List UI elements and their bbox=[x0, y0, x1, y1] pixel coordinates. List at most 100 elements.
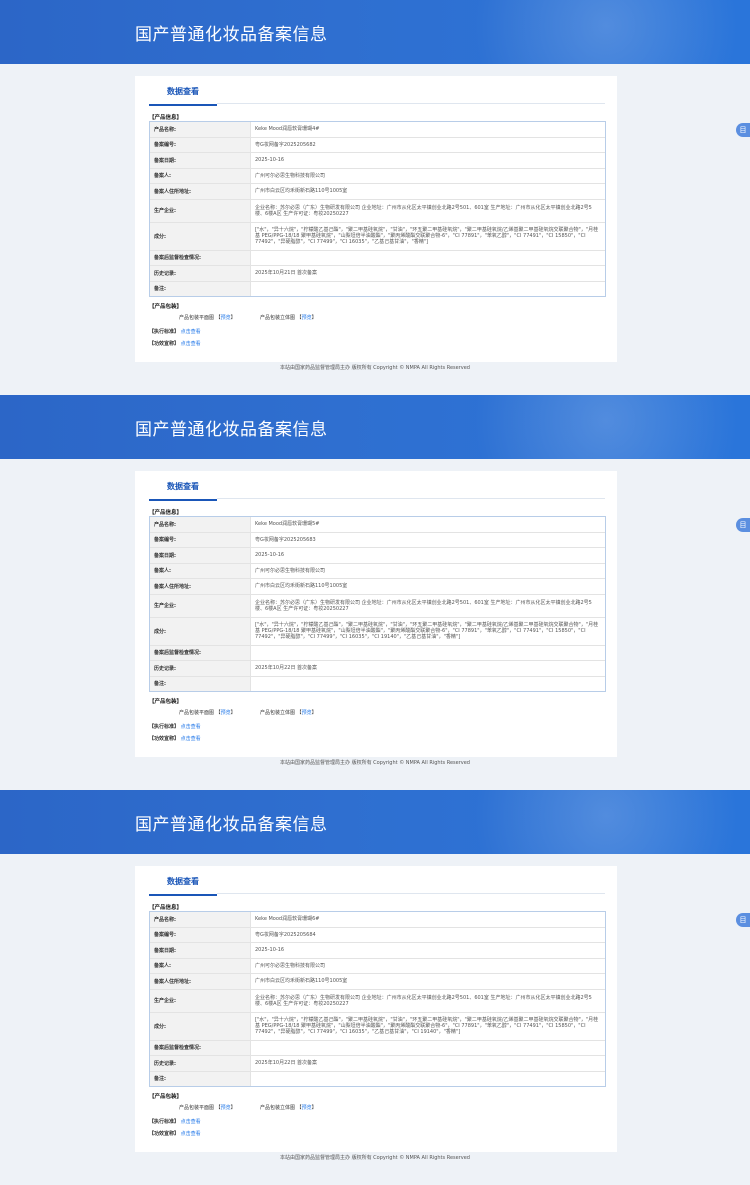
label-date: 备案日期: bbox=[150, 153, 250, 169]
value-producer: 企业名称：苏尔必思（广东）生物研发有限公司 企业地址：广州市从化区太平镇创业北路… bbox=[250, 199, 605, 223]
header-banner: 国产普通化妆品备案信息 bbox=[0, 0, 750, 64]
standard-view-link[interactable]: 点击查看 bbox=[181, 329, 201, 335]
package-plan-preview-link[interactable]: 预览 bbox=[221, 315, 231, 321]
label-remark: 备注: bbox=[150, 1071, 250, 1086]
label-number: 备案编号: bbox=[150, 532, 250, 548]
label-producer: 生产企业: bbox=[150, 199, 250, 223]
bracket-close: 】 bbox=[230, 710, 236, 716]
value-name: Keke Mood润唇软膏珊瑚4# bbox=[250, 122, 605, 138]
package-plan-preview-link[interactable]: 预览 bbox=[221, 710, 231, 716]
tab-data-view[interactable]: 数据查看 bbox=[149, 479, 217, 501]
label-address: 备案人住所地址: bbox=[150, 974, 250, 990]
label-remark: 备注: bbox=[150, 676, 250, 691]
value-ingredients: ["水"，"异十六烷"，"柠檬酸乙基己酯"，"聚二甲基硅氧烷"，"甘油"，"环五… bbox=[250, 617, 605, 646]
value-name: Keke Mood润唇软膏珊瑚5# bbox=[250, 517, 605, 533]
standard-row: 【执行标准】 点击查看 bbox=[149, 328, 201, 335]
efficacy-view-link[interactable]: 点击查看 bbox=[181, 1131, 201, 1137]
label-address: 备案人住所地址: bbox=[150, 579, 250, 595]
tab-data-view[interactable]: 数据查看 bbox=[149, 874, 217, 896]
record-card: 数据查看 【产品信息】 产品名称: Keke Mood润唇软膏珊瑚4# 备案编号… bbox=[135, 76, 617, 362]
label-number: 备案编号: bbox=[150, 927, 250, 943]
value-remark bbox=[250, 1071, 605, 1086]
label-history: 历史记录: bbox=[150, 266, 250, 282]
float-menu-icon[interactable]: 目 bbox=[736, 123, 750, 137]
label-history: 历史记录: bbox=[150, 1056, 250, 1072]
tab-data-view[interactable]: 数据查看 bbox=[149, 84, 217, 106]
record-card: 数据查看 【产品信息】 产品名称: Keke Mood润唇软膏珊瑚5# 备案编号… bbox=[135, 471, 617, 757]
bracket-close: 】 bbox=[230, 1105, 236, 1111]
page-title: 国产普通化妆品备案信息 bbox=[135, 25, 328, 45]
value-address: 广州市白云区均禾街新石路110号1005室 bbox=[250, 579, 605, 595]
label-post-check: 备案后监督检查情况: bbox=[150, 1040, 250, 1056]
package-solid-label: 产品包装立体图 bbox=[260, 315, 296, 321]
value-registrant: 广州可尔必思生物科技有限公司 bbox=[250, 958, 605, 974]
efficacy-view-link[interactable]: 点击查看 bbox=[181, 341, 201, 347]
package-solid-label: 产品包装立体图 bbox=[260, 1105, 296, 1111]
efficacy-row: 【功效宣称】 点击查看 bbox=[149, 735, 201, 742]
standard-view-link[interactable]: 点击查看 bbox=[181, 1119, 201, 1125]
package-solid-preview-link[interactable]: 预览 bbox=[302, 710, 312, 716]
value-registrant: 广州可尔必思生物科技有限公司 bbox=[250, 168, 605, 184]
label-date: 备案日期: bbox=[150, 943, 250, 959]
bracket-close: 】 bbox=[230, 315, 236, 321]
label-ingredients: 成分: bbox=[150, 222, 250, 251]
info-table: 产品名称: Keke Mood润唇软膏珊瑚6# 备案编号: 粤G妆网备字2025… bbox=[149, 911, 606, 1087]
package-solid-preview-link[interactable]: 预览 bbox=[302, 315, 312, 321]
label-date: 备案日期: bbox=[150, 548, 250, 564]
record-card: 数据查看 【产品信息】 产品名称: Keke Mood润唇软膏珊瑚6# 备案编号… bbox=[135, 866, 617, 1152]
label-address: 备案人住所地址: bbox=[150, 184, 250, 200]
label-registrant: 备案人: bbox=[150, 958, 250, 974]
package-solid-preview-link[interactable]: 预览 bbox=[302, 1105, 312, 1111]
label-name: 产品名称: bbox=[150, 122, 250, 138]
standard-view-link[interactable]: 点击查看 bbox=[181, 724, 201, 730]
package-solid: 产品包装立体图 【预览】 bbox=[260, 1104, 317, 1111]
value-number: 粤G妆网备字2025205682 bbox=[250, 137, 605, 153]
section-efficacy: 【功效宣称】 bbox=[149, 1131, 180, 1137]
label-ingredients: 成分: bbox=[150, 617, 250, 646]
value-post-check bbox=[250, 250, 605, 266]
footer-copyright: 本站由国家药品监督管理局主办 版权所有 Copyright © NMPA All… bbox=[280, 365, 470, 371]
value-remark bbox=[250, 281, 605, 296]
label-post-check: 备案后监督检查情况: bbox=[150, 645, 250, 661]
tab-divider bbox=[217, 103, 605, 104]
package-plan-preview-link[interactable]: 预览 bbox=[221, 1105, 231, 1111]
label-ingredients: 成分: bbox=[150, 1012, 250, 1041]
label-number: 备案编号: bbox=[150, 137, 250, 153]
section-package: 【产品包装】 bbox=[149, 304, 183, 310]
footer-copyright: 本站由国家药品监督管理局主办 版权所有 Copyright © NMPA All… bbox=[280, 760, 470, 766]
section-standard: 【执行标准】 bbox=[149, 1119, 180, 1125]
standard-row: 【执行标准】 点击查看 bbox=[149, 723, 201, 730]
label-history: 历史记录: bbox=[150, 661, 250, 677]
float-menu-icon[interactable]: 目 bbox=[736, 518, 750, 532]
section-standard: 【执行标准】 bbox=[149, 329, 180, 335]
package-plan: 产品包装平面图 【预览】 bbox=[179, 709, 236, 716]
value-date: 2025-10-16 bbox=[250, 153, 605, 169]
tab-divider bbox=[217, 498, 605, 499]
package-solid: 产品包装立体图 【预览】 bbox=[260, 709, 317, 716]
float-menu-icon[interactable]: 目 bbox=[736, 913, 750, 927]
section-product-info: 【产品信息】 bbox=[149, 905, 183, 911]
value-ingredients: ["水"，"异十六烷"，"柠檬酸乙基己酯"，"聚二甲基硅氧烷"，"甘油"，"环五… bbox=[250, 222, 605, 251]
value-ingredients: ["水"，"异十六烷"，"柠檬酸乙基己酯"，"聚二甲基硅氧烷"，"甘油"，"环五… bbox=[250, 1012, 605, 1041]
label-name: 产品名称: bbox=[150, 517, 250, 533]
section-product-info: 【产品信息】 bbox=[149, 510, 183, 516]
package-plan-label: 产品包装平面图 bbox=[179, 1105, 215, 1111]
efficacy-view-link[interactable]: 点击查看 bbox=[181, 736, 201, 742]
package-plan: 产品包装平面图 【预览】 bbox=[179, 314, 236, 321]
record-page: 国产普通化妆品备案信息 数据查看 【产品信息】 产品名称: Keke Mood润… bbox=[0, 790, 750, 1185]
record-page: 国产普通化妆品备案信息 数据查看 【产品信息】 产品名称: Keke Mood润… bbox=[0, 0, 750, 395]
package-solid: 产品包装立体图 【预览】 bbox=[260, 314, 317, 321]
label-producer: 生产企业: bbox=[150, 989, 250, 1013]
info-table: 产品名称: Keke Mood润唇软膏珊瑚4# 备案编号: 粤G妆网备字2025… bbox=[149, 121, 606, 297]
header-banner: 国产普通化妆品备案信息 bbox=[0, 395, 750, 459]
record-page: 国产普通化妆品备案信息 数据查看 【产品信息】 产品名称: Keke Mood润… bbox=[0, 395, 750, 790]
bracket-close: 】 bbox=[311, 315, 317, 321]
value-remark bbox=[250, 676, 605, 691]
efficacy-row: 【功效宣称】 点击查看 bbox=[149, 1130, 201, 1137]
value-address: 广州市白云区均禾街新石路110号1005室 bbox=[250, 974, 605, 990]
package-plan-label: 产品包装平面图 bbox=[179, 710, 215, 716]
package-solid-label: 产品包装立体图 bbox=[260, 710, 296, 716]
page-title: 国产普通化妆品备案信息 bbox=[135, 420, 328, 440]
value-registrant: 广州可尔必思生物科技有限公司 bbox=[250, 563, 605, 579]
bracket-close: 】 bbox=[311, 1105, 317, 1111]
